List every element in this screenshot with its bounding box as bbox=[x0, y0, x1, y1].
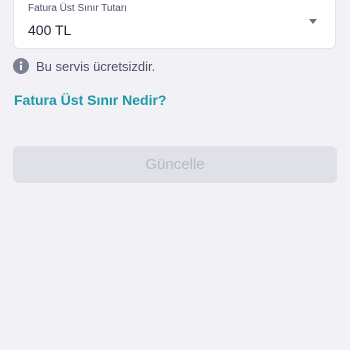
limit-amount-label: Fatura Üst Sınır Tutarı bbox=[28, 3, 127, 14]
chevron-down-icon[interactable] bbox=[309, 19, 317, 24]
update-button[interactable]: Güncelle bbox=[13, 146, 337, 183]
info-text: Bu servis ücretsizdir. bbox=[36, 58, 156, 74]
limit-amount-value: 400 TL bbox=[28, 22, 72, 38]
info-icon bbox=[13, 58, 29, 74]
info-row: Bu servis ücretsizdir. bbox=[13, 58, 155, 74]
faq-link[interactable]: Fatura Üst Sınır Nedir? bbox=[14, 92, 166, 108]
limit-amount-select[interactable]: Fatura Üst Sınır Tutarı 400 TL bbox=[13, 0, 336, 49]
